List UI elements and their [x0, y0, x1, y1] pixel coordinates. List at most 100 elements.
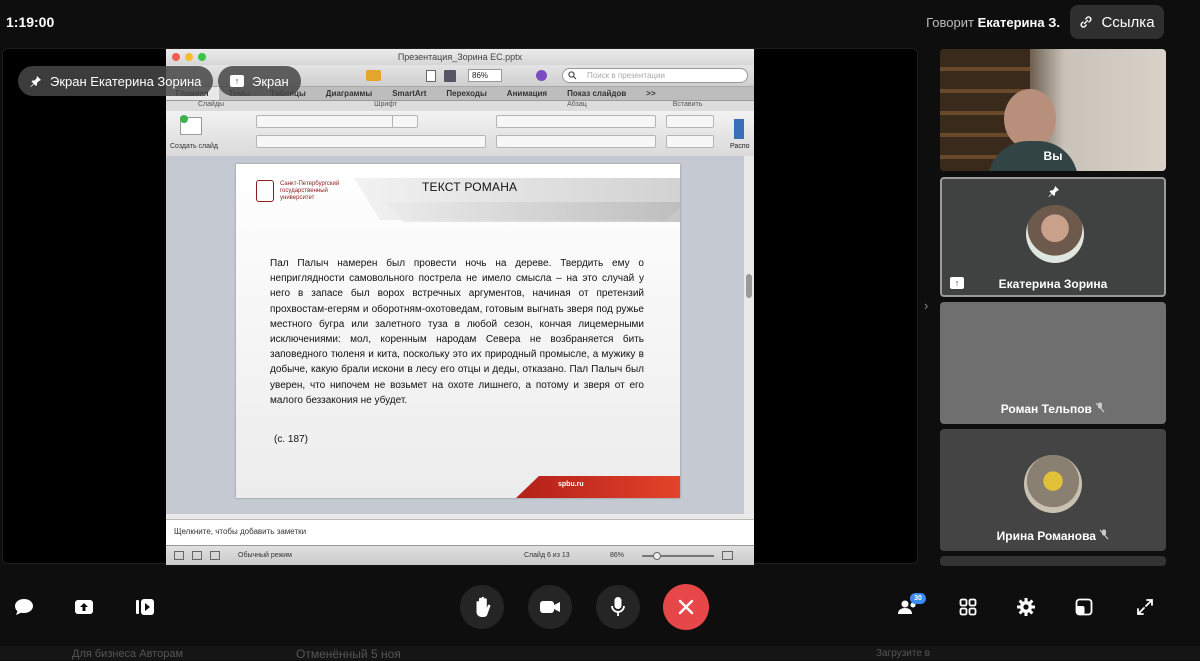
tab-smartart[interactable]: SmartArt	[382, 87, 436, 100]
active-speaker-indicator: Говорит Екатерина З.	[926, 15, 1060, 30]
font-format-buttons[interactable]	[256, 135, 486, 148]
participant-name: Ирина Романова	[996, 529, 1096, 543]
minimize-window-icon[interactable]	[185, 53, 193, 61]
settings-button[interactable]	[1012, 593, 1040, 621]
slide-vertical-scrollbar[interactable]	[744, 156, 754, 514]
participant-tile-irina[interactable]: Ирина Романова	[940, 429, 1166, 551]
participant-name: Вы	[1043, 149, 1063, 163]
tab-slideshow[interactable]: Показ слайдов	[557, 87, 636, 100]
sorter-view-icon[interactable]	[192, 551, 202, 560]
university-crest-icon	[256, 180, 274, 202]
slide-footer-url: spbu.ru	[558, 481, 584, 488]
screen-share-pill[interactable]: ↑ Экран	[218, 66, 301, 96]
zoom-window-icon[interactable]	[198, 53, 206, 61]
microphone-button[interactable]	[596, 585, 640, 629]
microphone-icon	[611, 597, 625, 616]
help-icon[interactable]	[536, 70, 547, 81]
document-icon[interactable]	[426, 70, 436, 82]
view-mode-label: Обычный режим	[238, 552, 292, 559]
group-font: Шрифт	[374, 101, 398, 108]
mic-muted-icon	[1095, 402, 1105, 413]
font-size-select[interactable]	[392, 115, 418, 128]
shared-powerpoint-window: Презентация_Зорина ЕС.pptx 86% Поиск в п…	[166, 49, 754, 565]
screen-owner-label: Экран Екатерина Зорина	[50, 73, 202, 89]
tab-more[interactable]: >>	[636, 87, 665, 100]
close-icon	[678, 599, 694, 615]
background-links: Для бизнеса Авторам	[72, 648, 184, 660]
speaking-name: Екатерина З.	[977, 15, 1060, 30]
screen-share-label: Экран	[252, 73, 289, 89]
grid-icon	[959, 598, 977, 616]
participant-name-row: Роман Тельпов	[940, 402, 1166, 416]
participant-name: Екатерина Зорина	[998, 277, 1108, 291]
insert-shape-buttons[interactable]	[666, 135, 714, 148]
participant-tile-partial[interactable]	[940, 556, 1166, 566]
ribbon-body: Создать слайд Распо	[166, 111, 754, 157]
participant-name: Роман Тельпов	[1000, 402, 1092, 416]
ppt-titlebar: Презентация_Зорина ЕС.pptx	[166, 49, 754, 65]
pin-icon	[1048, 186, 1059, 197]
layout-grid-button[interactable]	[954, 593, 982, 621]
group-insert: Вставить	[672, 101, 703, 108]
ppt-status-bar: Обычный режим Слайд 6 из 13 86%	[166, 545, 754, 565]
ppt-window-title: Презентация_Зорина ЕС.pptx	[397, 52, 523, 62]
slide-footer-band	[516, 476, 680, 498]
current-slide[interactable]: Санкт-Петербургский государственный унив…	[236, 164, 680, 498]
pip-icon	[1075, 598, 1093, 616]
participants-count-badge: 30	[910, 593, 926, 604]
insert-buttons[interactable]	[666, 115, 714, 128]
arrange-label: Распо	[730, 143, 750, 150]
paragraph-list-buttons[interactable]	[496, 115, 656, 128]
tab-transitions[interactable]: Переходы	[436, 87, 496, 100]
participant-tile-self[interactable]: Вы	[940, 49, 1166, 171]
slide-header-shade	[386, 202, 680, 222]
slide-title: ТЕКСТ РОМАНА	[422, 180, 518, 194]
background-status: Отменённый 5 ноя	[296, 647, 401, 661]
ppt-search-input[interactable]: Поиск в презентации	[562, 68, 748, 83]
new-slide-label: Создать слайд	[170, 143, 219, 150]
participant-avatar	[1024, 455, 1082, 513]
raise-hand-button[interactable]	[460, 585, 504, 629]
slideshow-view-icon[interactable]	[210, 551, 220, 560]
copy-link-label: Ссылка	[1101, 13, 1155, 31]
picture-in-picture-button[interactable]	[1070, 593, 1098, 621]
screen-owner-pill[interactable]: Экран Екатерина Зорина	[18, 66, 214, 96]
media-button[interactable]	[131, 593, 159, 621]
status-zoom: 86%	[610, 552, 625, 559]
scrollbar-thumb[interactable]	[746, 274, 752, 298]
share-screen-button[interactable]	[70, 593, 98, 621]
participant-name-row: Ирина Романова	[940, 529, 1166, 543]
expand-icon	[1137, 599, 1153, 615]
camera-button[interactable]	[528, 585, 572, 629]
participant-tile-roman[interactable]: Роман Тельпов	[940, 302, 1166, 424]
chat-icon	[15, 599, 33, 615]
end-call-button[interactable]	[663, 584, 709, 630]
slide-citation: (с. 187)	[274, 434, 308, 445]
normal-view-icon[interactable]	[174, 551, 184, 560]
notes-pane[interactable]: Щелкните, чтобы добавить заметки	[166, 519, 754, 545]
paragraph-align-buttons[interactable]	[496, 135, 656, 148]
gallery-icon[interactable]	[444, 70, 456, 82]
fit-window-icon[interactable]	[722, 551, 733, 560]
chat-button[interactable]	[10, 593, 38, 621]
group-slides: Слайды	[198, 101, 225, 108]
copy-link-button[interactable]: Ссылка	[1070, 5, 1164, 39]
arrange-icon[interactable]	[734, 119, 744, 139]
participant-tile-ekaterina[interactable]: ↑ Екатерина Зорина	[940, 177, 1166, 297]
zoom-slider-handle[interactable]	[653, 552, 661, 560]
share-screen-icon	[75, 600, 93, 614]
ppt-zoom-select[interactable]: 86%	[468, 69, 502, 82]
media-play-icon	[136, 599, 154, 615]
chevron-right-icon[interactable]: ›	[924, 298, 928, 313]
tab-charts[interactable]: Диаграммы	[316, 87, 382, 100]
search-icon	[568, 71, 577, 80]
mic-muted-icon	[1099, 529, 1109, 540]
close-window-icon[interactable]	[172, 53, 180, 61]
slide-counter: Слайд 6 из 13	[524, 552, 570, 559]
participant-avatar	[1026, 205, 1084, 263]
open-folder-icon[interactable]	[366, 70, 381, 81]
fullscreen-button[interactable]	[1131, 593, 1159, 621]
group-paragraph: Абзац	[567, 101, 587, 108]
tab-animation[interactable]: Анимация	[497, 87, 557, 100]
camera-icon	[540, 601, 560, 613]
